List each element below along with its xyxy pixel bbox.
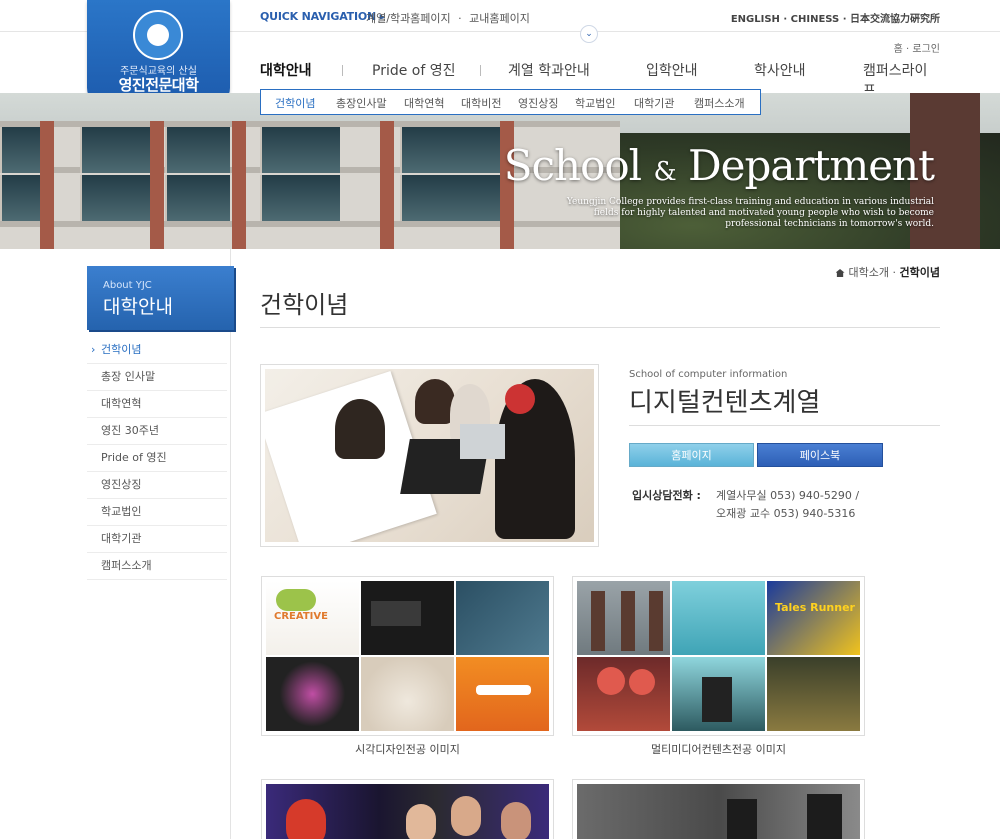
logo-name: 영진전문대학: [118, 76, 199, 94]
title-divider: [260, 327, 940, 328]
gallery-image-4: [572, 779, 865, 839]
breadcrumb-parent[interactable]: 대학소개: [849, 266, 889, 279]
gnb-item-admission[interactable]: 입학안내: [646, 60, 698, 80]
sidebar-item-pride[interactable]: Pride of 영진: [87, 445, 227, 472]
breadcrumb: 대학소개 · 건학이념: [835, 264, 940, 280]
emblem-icon: [133, 10, 183, 60]
home-icon[interactable]: [835, 269, 845, 277]
gnb-item-about[interactable]: 대학안내: [260, 60, 312, 80]
visual-design-caption: 시각디자인전공 이미지: [355, 743, 460, 756]
page-title: 건학이념: [260, 291, 349, 319]
gnb-item-departments[interactable]: 계열 학과안내: [508, 60, 590, 80]
quick-navigation-links: 계열/학과홈페이지 · 교내홈페이지: [366, 10, 534, 26]
lnb-item-president-message[interactable]: 총장인사말: [336, 95, 387, 111]
sidebar-item-foundation[interactable]: 학교법인: [87, 499, 227, 526]
sidebar-item-symbol[interactable]: 영진상징: [87, 472, 227, 499]
lnb-item-foundation[interactable]: 학교법인: [575, 95, 615, 111]
chevron-down-icon[interactable]: ⌄: [580, 25, 598, 43]
quick-link-dept-homepage[interactable]: 계열/학과홈페이지: [366, 12, 451, 25]
quick-link-separator: ·: [458, 12, 462, 25]
department-photo: [260, 364, 599, 547]
banner-image: School & Department Yeungjin College pro…: [0, 93, 1000, 249]
sidebar-header: About YJC 대학안내: [87, 266, 234, 330]
sidebar-item-history[interactable]: 대학연혁: [87, 391, 227, 418]
lnb-item-campus[interactable]: 캠퍼스소개: [694, 95, 745, 111]
language-links[interactable]: ENGLISH · CHINESS · 日本交流協力硏究所: [731, 10, 940, 25]
department-name-en: School of computer information: [629, 369, 788, 380]
gnb-item-academic[interactable]: 학사안내: [754, 60, 806, 80]
lnb-item-vision[interactable]: 대학비전: [461, 95, 501, 111]
homepage-button[interactable]: 홈페이지: [629, 443, 754, 467]
sidebar-divider: [230, 249, 231, 839]
sidebar-item-president-message[interactable]: 총장 인사말: [87, 364, 227, 391]
main-navigation: 대학안내 Pride of 영진 계열 학과안내 입학안내 학사안내 캠퍼스라이…: [260, 60, 940, 99]
lnb-item-history[interactable]: 대학연혁: [404, 95, 444, 111]
contact-office-phone: 계열사무실 053) 940-5290 /: [716, 489, 860, 502]
sidebar-item-founding-philosophy[interactable]: 건학이념: [87, 337, 227, 364]
breadcrumb-current: 건학이념: [899, 266, 940, 279]
sub-navigation: 건학이념 총장인사말 대학연혁 대학비전 영진상징 학교법인 대학기관 캠퍼스소…: [260, 89, 761, 115]
banner-subtitle: Yeungjin College provides first-class tr…: [566, 197, 934, 229]
sidebar-header-en: About YJC: [103, 280, 152, 291]
quick-link-campus-homepage[interactable]: 교내홈페이지: [469, 12, 530, 25]
sidebar-header-ko: 대학안내: [103, 296, 173, 318]
contact-professor-phone: 오재광 교수 053) 940-5316: [716, 507, 856, 520]
visual-design-gallery: CREATIVE: [261, 576, 554, 736]
breadcrumb-separator: ·: [892, 266, 897, 279]
gallery-image-3: [261, 779, 554, 839]
sidebar-menu: 건학이념 총장 인사말 대학연혁 영진 30주년 Pride of 영진 영진상…: [87, 337, 227, 580]
lnb-item-founding-philosophy[interactable]: 건학이념: [275, 95, 315, 111]
gnb-item-pride[interactable]: Pride of 영진: [372, 60, 456, 80]
sidebar-item-30th-anniversary[interactable]: 영진 30주년: [87, 418, 227, 445]
contact-label: 입시상담전화 :: [632, 489, 701, 502]
multimedia-content-caption: 멀티미디어컨텐츠전공 이미지: [650, 743, 787, 756]
lnb-item-symbol[interactable]: 영진상징: [518, 95, 558, 111]
department-divider: [629, 425, 940, 426]
util-links[interactable]: 홈 · 로그인: [894, 40, 940, 55]
lnb-item-institutions[interactable]: 대학기관: [634, 95, 674, 111]
sidebar-item-institutions[interactable]: 대학기관: [87, 526, 227, 553]
facebook-button[interactable]: 페이스북: [757, 443, 883, 467]
gnb-divider: [480, 65, 481, 76]
multimedia-content-gallery: Tales Runner: [572, 576, 865, 736]
department-name-ko: 디지털컨텐츠계열: [629, 388, 821, 418]
gnb-divider: [342, 65, 343, 76]
sidebar-item-campus[interactable]: 캠퍼스소개: [87, 553, 227, 580]
banner-title: School & Department: [503, 141, 935, 190]
